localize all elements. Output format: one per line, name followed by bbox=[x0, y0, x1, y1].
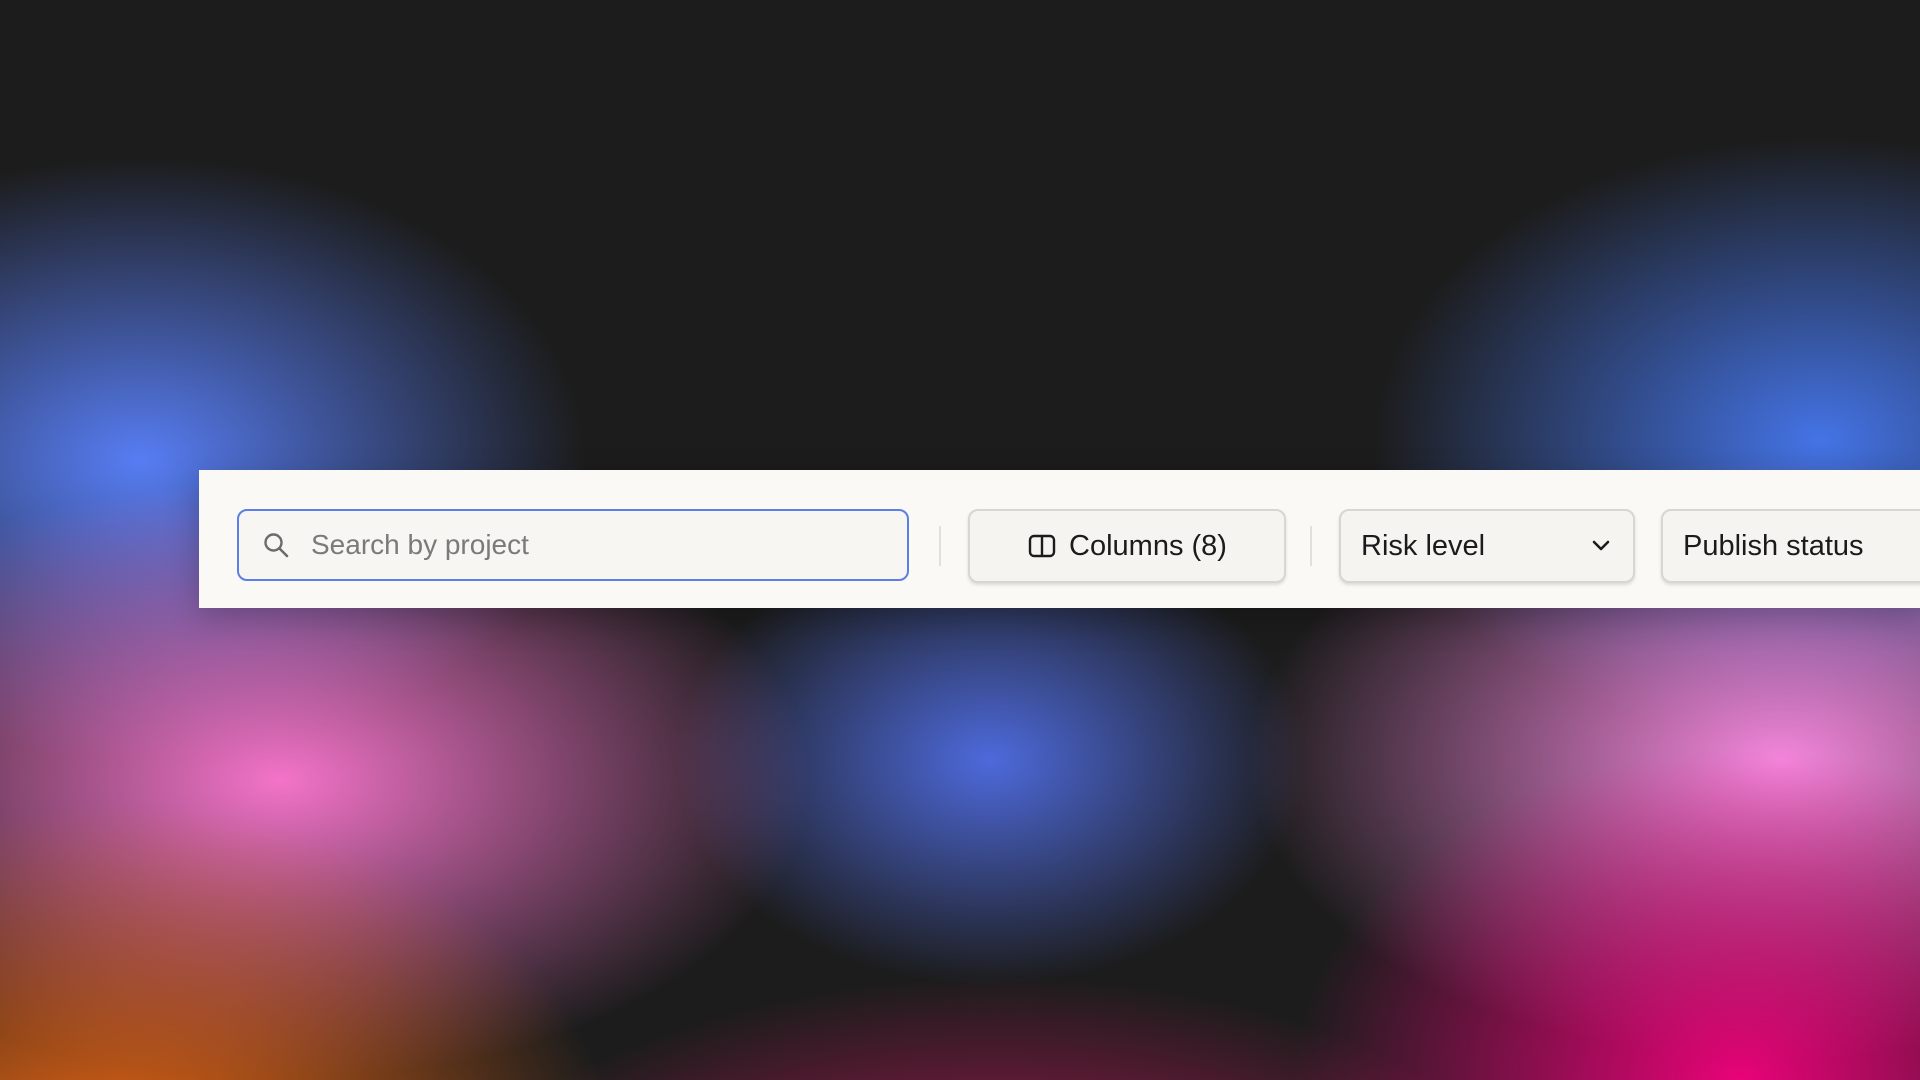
filter-toolbar: Columns (8) Risk level Publish status bbox=[199, 470, 1920, 608]
columns-button[interactable]: Columns (8) bbox=[968, 509, 1286, 583]
toolbar-divider bbox=[939, 526, 941, 566]
toolbar-divider bbox=[1310, 526, 1312, 566]
columns-icon bbox=[1027, 531, 1057, 561]
publish-status-dropdown[interactable]: Publish status bbox=[1661, 509, 1920, 583]
publish-status-label: Publish status bbox=[1683, 529, 1864, 562]
search-field[interactable] bbox=[237, 509, 909, 581]
search-icon bbox=[261, 530, 291, 560]
columns-button-label: Columns (8) bbox=[1069, 529, 1227, 562]
risk-level-dropdown[interactable]: Risk level bbox=[1339, 509, 1635, 583]
search-input[interactable] bbox=[311, 529, 871, 561]
chevron-down-icon bbox=[1589, 534, 1613, 558]
risk-level-label: Risk level bbox=[1361, 529, 1486, 562]
